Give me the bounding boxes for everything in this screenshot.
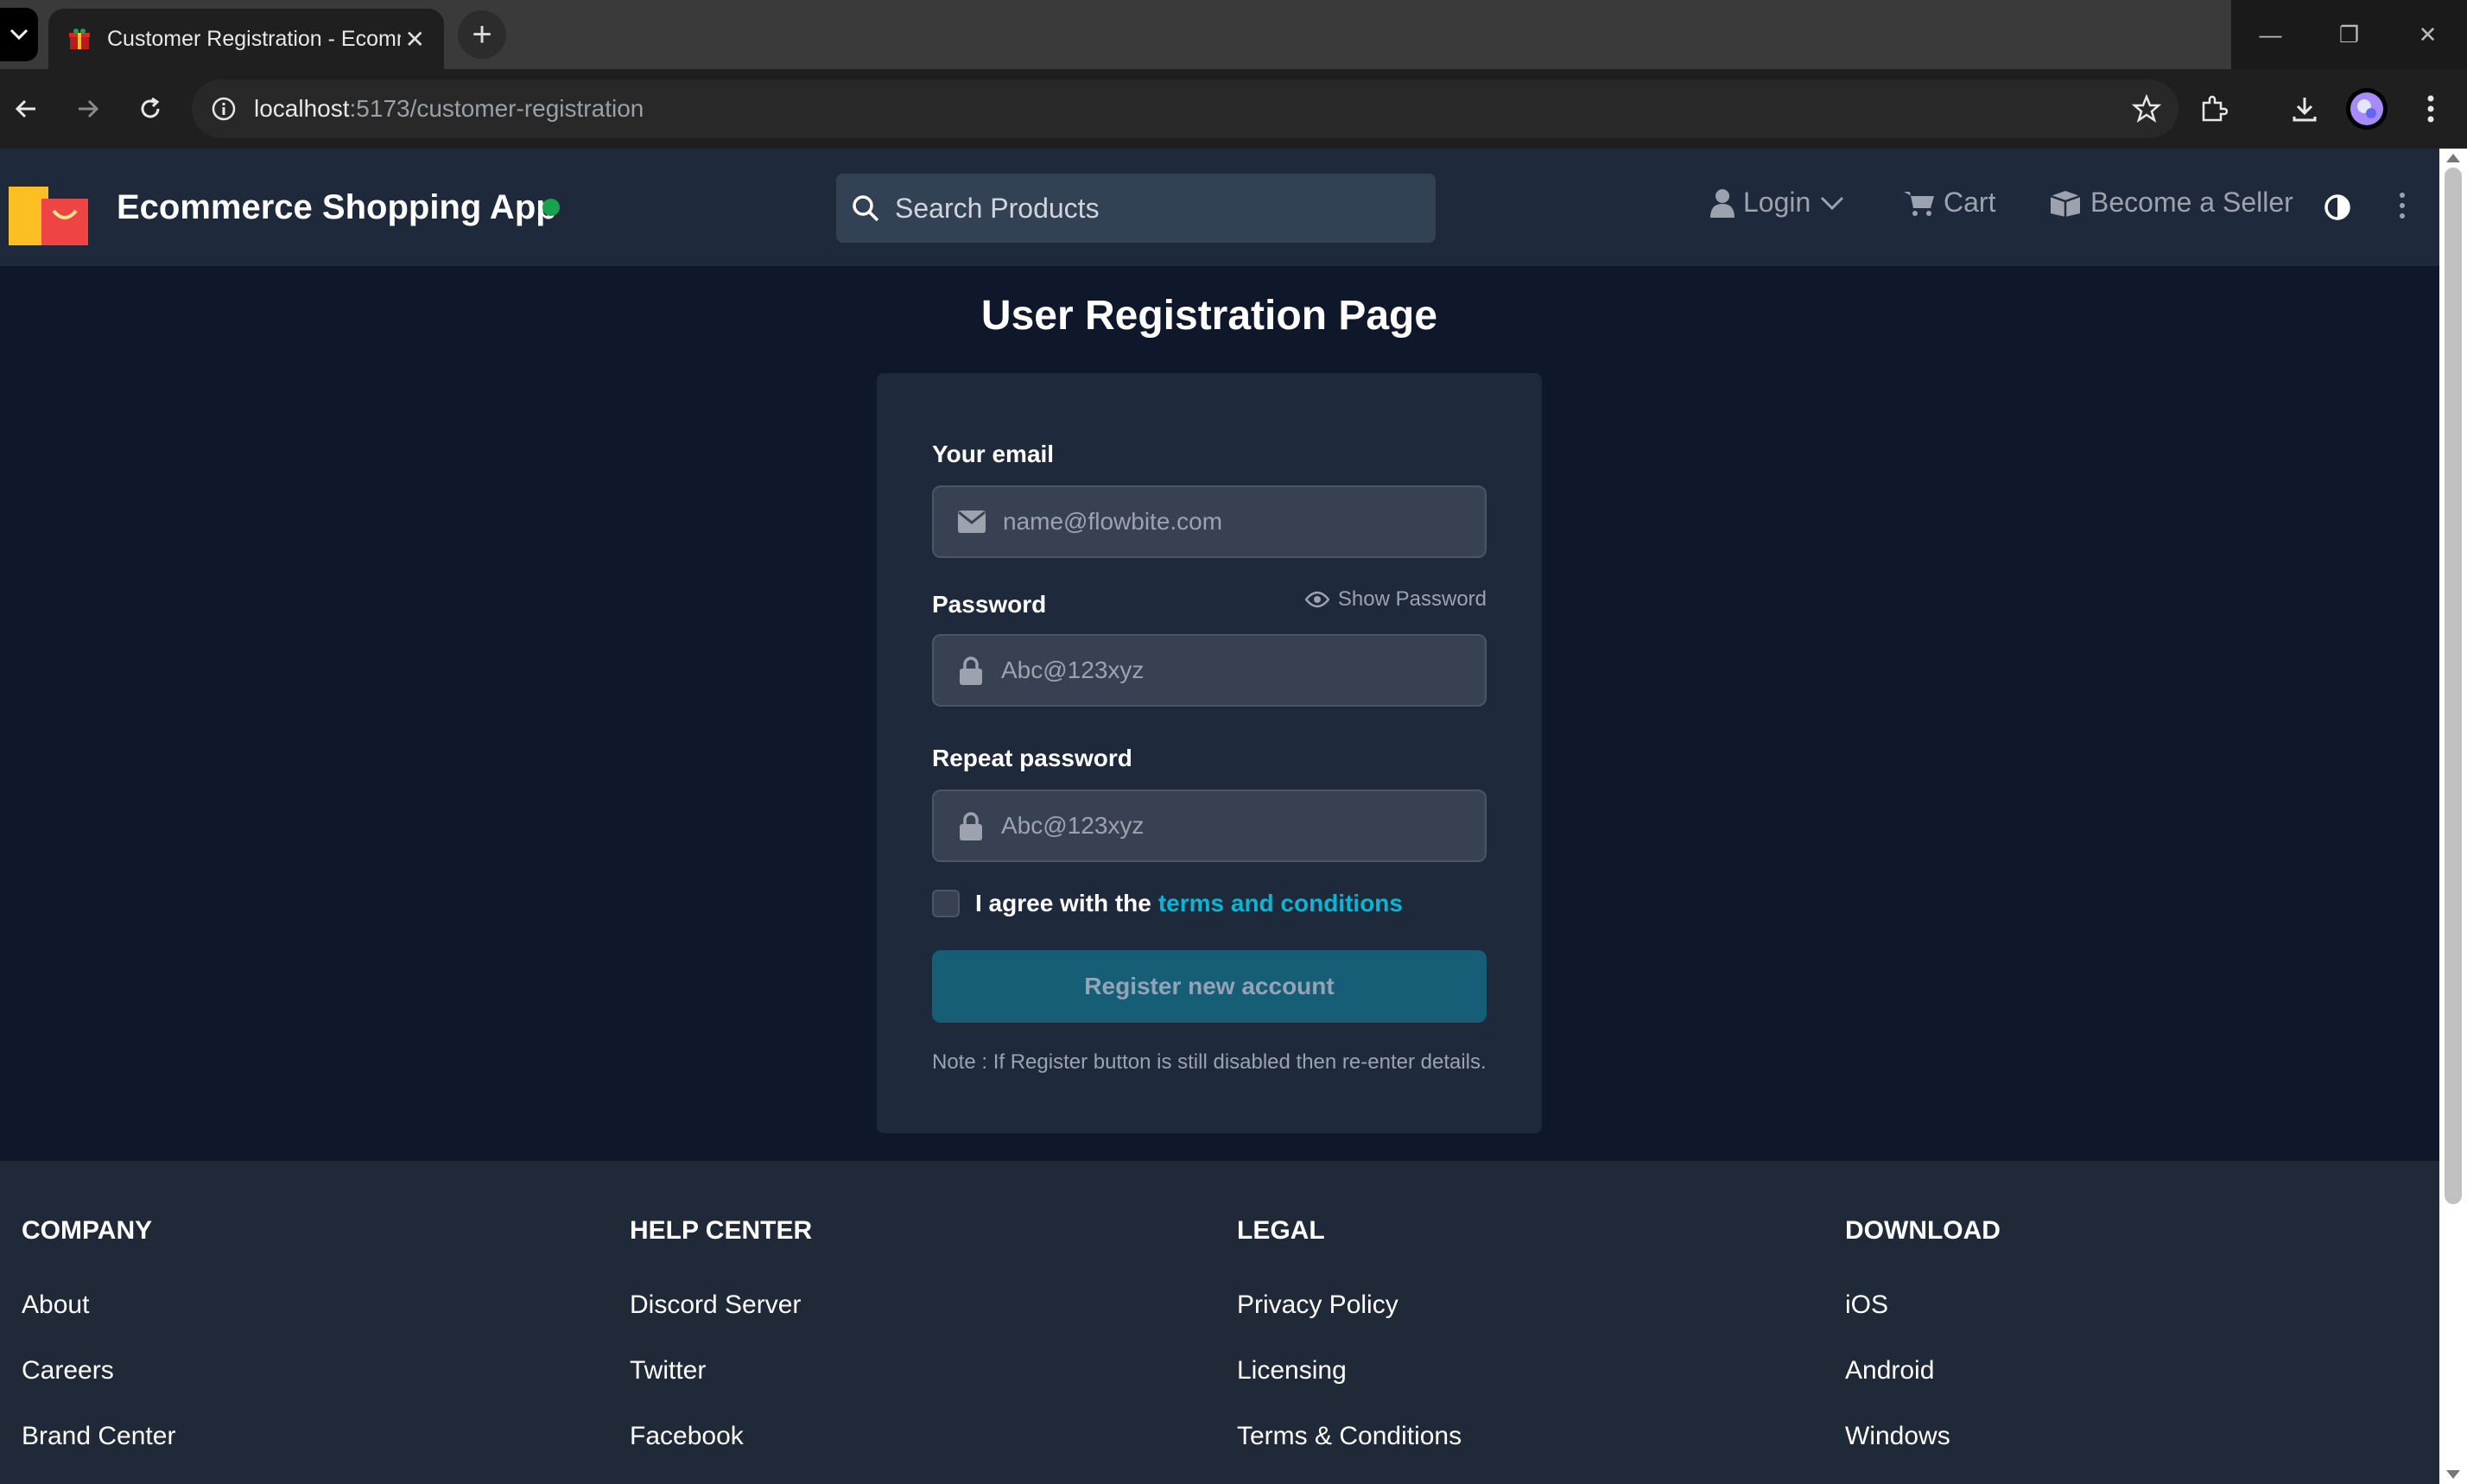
- terms-agreement: I agree with the terms and conditions: [932, 890, 1403, 917]
- search-icon: [853, 195, 879, 222]
- page-viewport: Ecommerce Shopping App Search Products L…: [0, 149, 2439, 1484]
- tab-list-button[interactable]: [0, 8, 38, 61]
- restore-icon[interactable]: ❐: [2310, 0, 2388, 69]
- password-label: Password: [932, 591, 1047, 618]
- email-label: Your email: [932, 441, 1055, 467]
- bookmark-star-icon[interactable]: [2132, 94, 2161, 124]
- page-title: User Registration Page: [980, 293, 1438, 339]
- tab-title: Customer Registration - Ecomm: [107, 26, 401, 51]
- cart-icon: [1904, 191, 1934, 216]
- cart-label: Cart: [1944, 187, 1996, 218]
- app-navbar: Ecommerce Shopping App Search Products L…: [0, 149, 2439, 266]
- footer-col-company: COMPANY About Careers Brand Center: [22, 1216, 175, 1484]
- register-note: Note : If Register button is still disab…: [932, 1050, 1487, 1074]
- show-password-label: Show Password: [1337, 587, 1487, 611]
- browser-tab[interactable]: Customer Registration - Ecomm ✕: [48, 9, 444, 69]
- footer-link-about[interactable]: About: [22, 1291, 175, 1320]
- email-placeholder: name@flowbite.com: [1003, 508, 1223, 535]
- footer-link-discord[interactable]: Discord Server: [630, 1291, 812, 1320]
- lock-icon: [960, 812, 982, 840]
- terms-checkbox[interactable]: [932, 890, 960, 917]
- close-window-icon[interactable]: ✕: [2388, 0, 2467, 69]
- footer-heading: HELP CENTER: [630, 1216, 813, 1245]
- close-tab-icon[interactable]: ✕: [405, 25, 425, 54]
- download-icon[interactable]: [2279, 83, 2331, 135]
- footer: COMPANY About Careers Brand Center HELP …: [0, 1161, 2439, 1484]
- footer-col-download: DOWNLOAD iOS Android Windows: [1845, 1216, 2001, 1484]
- minimize-icon[interactable]: —: [2231, 0, 2310, 69]
- extensions-icon[interactable]: [2187, 83, 2239, 135]
- page-scrollbar[interactable]: [2439, 149, 2467, 1484]
- agree-text: I agree with the: [975, 890, 1151, 916]
- footer-link-licensing[interactable]: Licensing: [1237, 1356, 1462, 1386]
- seller-label: Become a Seller: [2090, 187, 2293, 218]
- search-input[interactable]: Search Products: [836, 174, 1436, 243]
- footer-link-windows[interactable]: Windows: [1845, 1422, 2001, 1451]
- footer-link-terms[interactable]: Terms & Conditions: [1237, 1422, 1462, 1451]
- forward-icon[interactable]: [62, 83, 114, 135]
- password-field[interactable]: Abc@123xyz: [932, 634, 1487, 707]
- repeat-password-label: Repeat password: [932, 745, 1132, 771]
- browser-menu-icon[interactable]: [2405, 83, 2457, 135]
- footer-link-careers[interactable]: Careers: [22, 1356, 175, 1386]
- info-icon[interactable]: [211, 96, 237, 122]
- user-icon: [1710, 188, 1735, 218]
- footer-heading: DOWNLOAD: [1845, 1216, 2001, 1245]
- box-icon: [2050, 190, 2081, 217]
- search-placeholder: Search Products: [895, 192, 1100, 224]
- gift-favicon-icon: [69, 29, 90, 49]
- scroll-up-arrow-icon[interactable]: [2446, 154, 2460, 162]
- scrollbar-thumb[interactable]: [2445, 168, 2462, 1204]
- envelope-icon: [958, 511, 986, 533]
- password-placeholder: Abc@123xyz: [1001, 656, 1145, 683]
- brand-name[interactable]: Ecommerce Shopping App: [117, 188, 557, 227]
- register-button[interactable]: Register new account: [932, 950, 1487, 1023]
- show-password-toggle[interactable]: Show Password: [1304, 587, 1487, 612]
- back-icon[interactable]: [0, 83, 52, 135]
- profile-avatar[interactable]: [2341, 83, 2393, 135]
- shopping-bag-logo-icon[interactable]: [7, 168, 90, 247]
- address-bar-row: localhost:5173/customer-registration: [0, 69, 2467, 149]
- window-controls: — ❐ ✕: [2231, 0, 2467, 69]
- footer-link-privacy[interactable]: Privacy Policy: [1237, 1291, 1462, 1320]
- footer-link-facebook[interactable]: Facebook: [630, 1422, 812, 1451]
- browser-tab-bar: Customer Registration - Ecomm ✕ + — ❐ ✕: [0, 0, 2467, 69]
- online-status-globe-icon: [542, 199, 560, 216]
- login-label: Login: [1743, 187, 1811, 218]
- lock-icon: [960, 656, 982, 685]
- footer-col-legal: LEGAL Privacy Policy Licensing Terms & C…: [1237, 1216, 1462, 1484]
- footer-col-help-center: HELP CENTER Discord Server Twitter Faceb…: [630, 1216, 812, 1484]
- registration-form: Your email name@flowbite.com Password Sh…: [877, 373, 1542, 1133]
- scroll-down-arrow-icon[interactable]: [2446, 1470, 2460, 1479]
- repeat-password-placeholder: Abc@123xyz: [1001, 812, 1145, 839]
- terms-link[interactable]: terms and conditions: [1158, 890, 1403, 917]
- chevron-down-icon: [10, 29, 29, 41]
- url-host: localhost: [254, 95, 350, 122]
- footer-link-brand-center[interactable]: Brand Center: [22, 1422, 175, 1451]
- footer-link-ios[interactable]: iOS: [1845, 1291, 2001, 1320]
- chevron-down-icon: [1821, 196, 1844, 210]
- url-path: :5173/customer-registration: [349, 95, 644, 122]
- eye-icon: [1304, 591, 1329, 608]
- footer-link-android[interactable]: Android: [1845, 1356, 2001, 1386]
- cart-link[interactable]: Cart: [1904, 187, 1995, 219]
- login-dropdown[interactable]: Login: [1710, 187, 1845, 219]
- become-seller-link[interactable]: Become a Seller: [2049, 187, 2293, 219]
- repeat-password-field[interactable]: Abc@123xyz: [932, 790, 1487, 862]
- theme-toggle-icon[interactable]: [2324, 193, 2351, 221]
- more-menu-icon[interactable]: [2398, 192, 2407, 219]
- footer-link-twitter[interactable]: Twitter: [630, 1356, 812, 1386]
- reload-icon[interactable]: [124, 83, 176, 135]
- email-field[interactable]: name@flowbite.com: [932, 485, 1487, 558]
- url-bar[interactable]: localhost:5173/customer-registration: [192, 79, 2178, 138]
- footer-heading: LEGAL: [1237, 1216, 1325, 1245]
- new-tab-button[interactable]: +: [458, 10, 506, 59]
- footer-heading: COMPANY: [22, 1216, 153, 1245]
